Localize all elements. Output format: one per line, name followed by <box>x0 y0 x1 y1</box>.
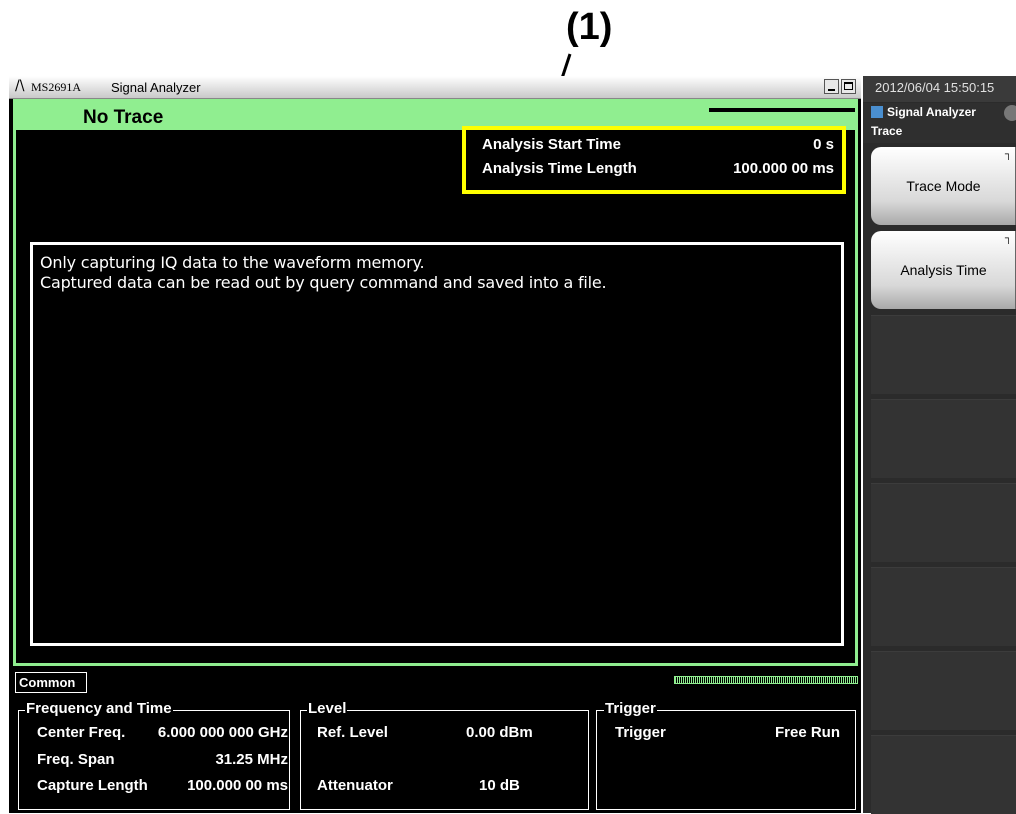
freq-span-value[interactable]: 31.25 MHz <box>215 751 288 768</box>
soft-key-blank[interactable] <box>871 315 1016 394</box>
trace-header-indicator <box>709 108 855 112</box>
soft-key-label: Trace Mode <box>906 178 981 194</box>
capture-length-label[interactable]: Capture Length <box>37 777 148 794</box>
soft-key-blank[interactable] <box>871 483 1016 562</box>
ref-level-label[interactable]: Ref. Level <box>317 724 388 741</box>
trigger-value[interactable]: Free Run <box>775 724 840 741</box>
soft-key-corner-icon: ┐ <box>1004 233 1012 244</box>
trace-title: No Trace <box>83 107 164 128</box>
ref-level-value[interactable]: 0.00 dBm <box>466 724 533 741</box>
datetime: 2012/06/04 15:50:15 <box>875 80 995 95</box>
message-box: Only capturing IQ data to the waveform m… <box>30 242 844 646</box>
message-line-1: Only capturing IQ data to the waveform m… <box>40 253 425 272</box>
soft-key-blank[interactable] <box>871 651 1016 730</box>
trigger-title: Trigger <box>604 700 657 717</box>
capture-length-value[interactable]: 100.000 00 ms <box>187 777 288 794</box>
soft-key-corner-icon: ┐ <box>1004 149 1012 160</box>
soft-key-panel: 2012/06/04 15:50:15 Signal Analyzer Trac… <box>863 76 1016 814</box>
center-freq-label[interactable]: Center Freq. <box>37 724 125 741</box>
analysis-start-time-label: Analysis Start Time <box>482 136 621 153</box>
attenuator-value[interactable]: 10 dB <box>479 777 520 794</box>
level-title: Level <box>307 700 348 717</box>
window-title: Signal Analyzer <box>111 80 201 95</box>
model-name: MS2691A <box>31 80 82 94</box>
signal-analyzer-window: /\ MS2691A Signal Analyzer No Trace Anal… <box>9 76 861 813</box>
center-freq-value[interactable]: 6.000 000 000 GHz <box>158 724 288 741</box>
frequency-time-title: Frequency and Time <box>25 700 173 717</box>
maximize-button[interactable] <box>841 79 856 94</box>
analysis-time-length-label: Analysis Time Length <box>482 160 637 177</box>
message-line-2: Captured data can be read out by query c… <box>40 273 607 292</box>
menu-round-icon[interactable] <box>1004 105 1016 121</box>
soft-key-blank[interactable] <box>871 735 1016 814</box>
analysis-start-time-value: 0 s <box>813 136 834 153</box>
soft-key-analysis-time[interactable]: ┐ Analysis Time <box>871 231 1016 309</box>
window-title-bar: /\ MS2691A Signal Analyzer <box>9 76 861 99</box>
analysis-time-box: Analysis Start Time 0 s Analysis Time Le… <box>462 126 846 194</box>
analysis-time-length-value: 100.000 00 ms <box>733 160 834 177</box>
soft-key-blank[interactable] <box>871 399 1016 478</box>
trace-panel: No Trace Analysis Start Time 0 s Analysi… <box>13 99 858 666</box>
common-parameters: Frequency and Time Center Freq. 6.000 00… <box>9 694 861 813</box>
clock-bar: 2012/06/04 15:50:15 <box>863 76 1016 102</box>
trigger-label[interactable]: Trigger <box>615 724 666 741</box>
soft-key-blank[interactable] <box>871 567 1016 646</box>
menu-name: Trace <box>871 124 903 138</box>
attenuator-label[interactable]: Attenuator <box>317 777 393 794</box>
soft-key-trace-mode[interactable]: ┐ Trace Mode <box>871 147 1016 225</box>
freq-span-label[interactable]: Freq. Span <box>37 751 115 768</box>
common-tab[interactable]: Common <box>15 672 87 693</box>
anritsu-logo-icon: /\ <box>15 78 25 94</box>
soft-key-label: Analysis Time <box>900 262 987 278</box>
callout-label: (1) <box>566 6 613 48</box>
minimize-button[interactable] <box>824 79 839 94</box>
menu-app-name: Signal Analyzer <box>887 105 976 119</box>
level-meter-bar <box>674 676 858 684</box>
app-icon <box>871 106 883 118</box>
